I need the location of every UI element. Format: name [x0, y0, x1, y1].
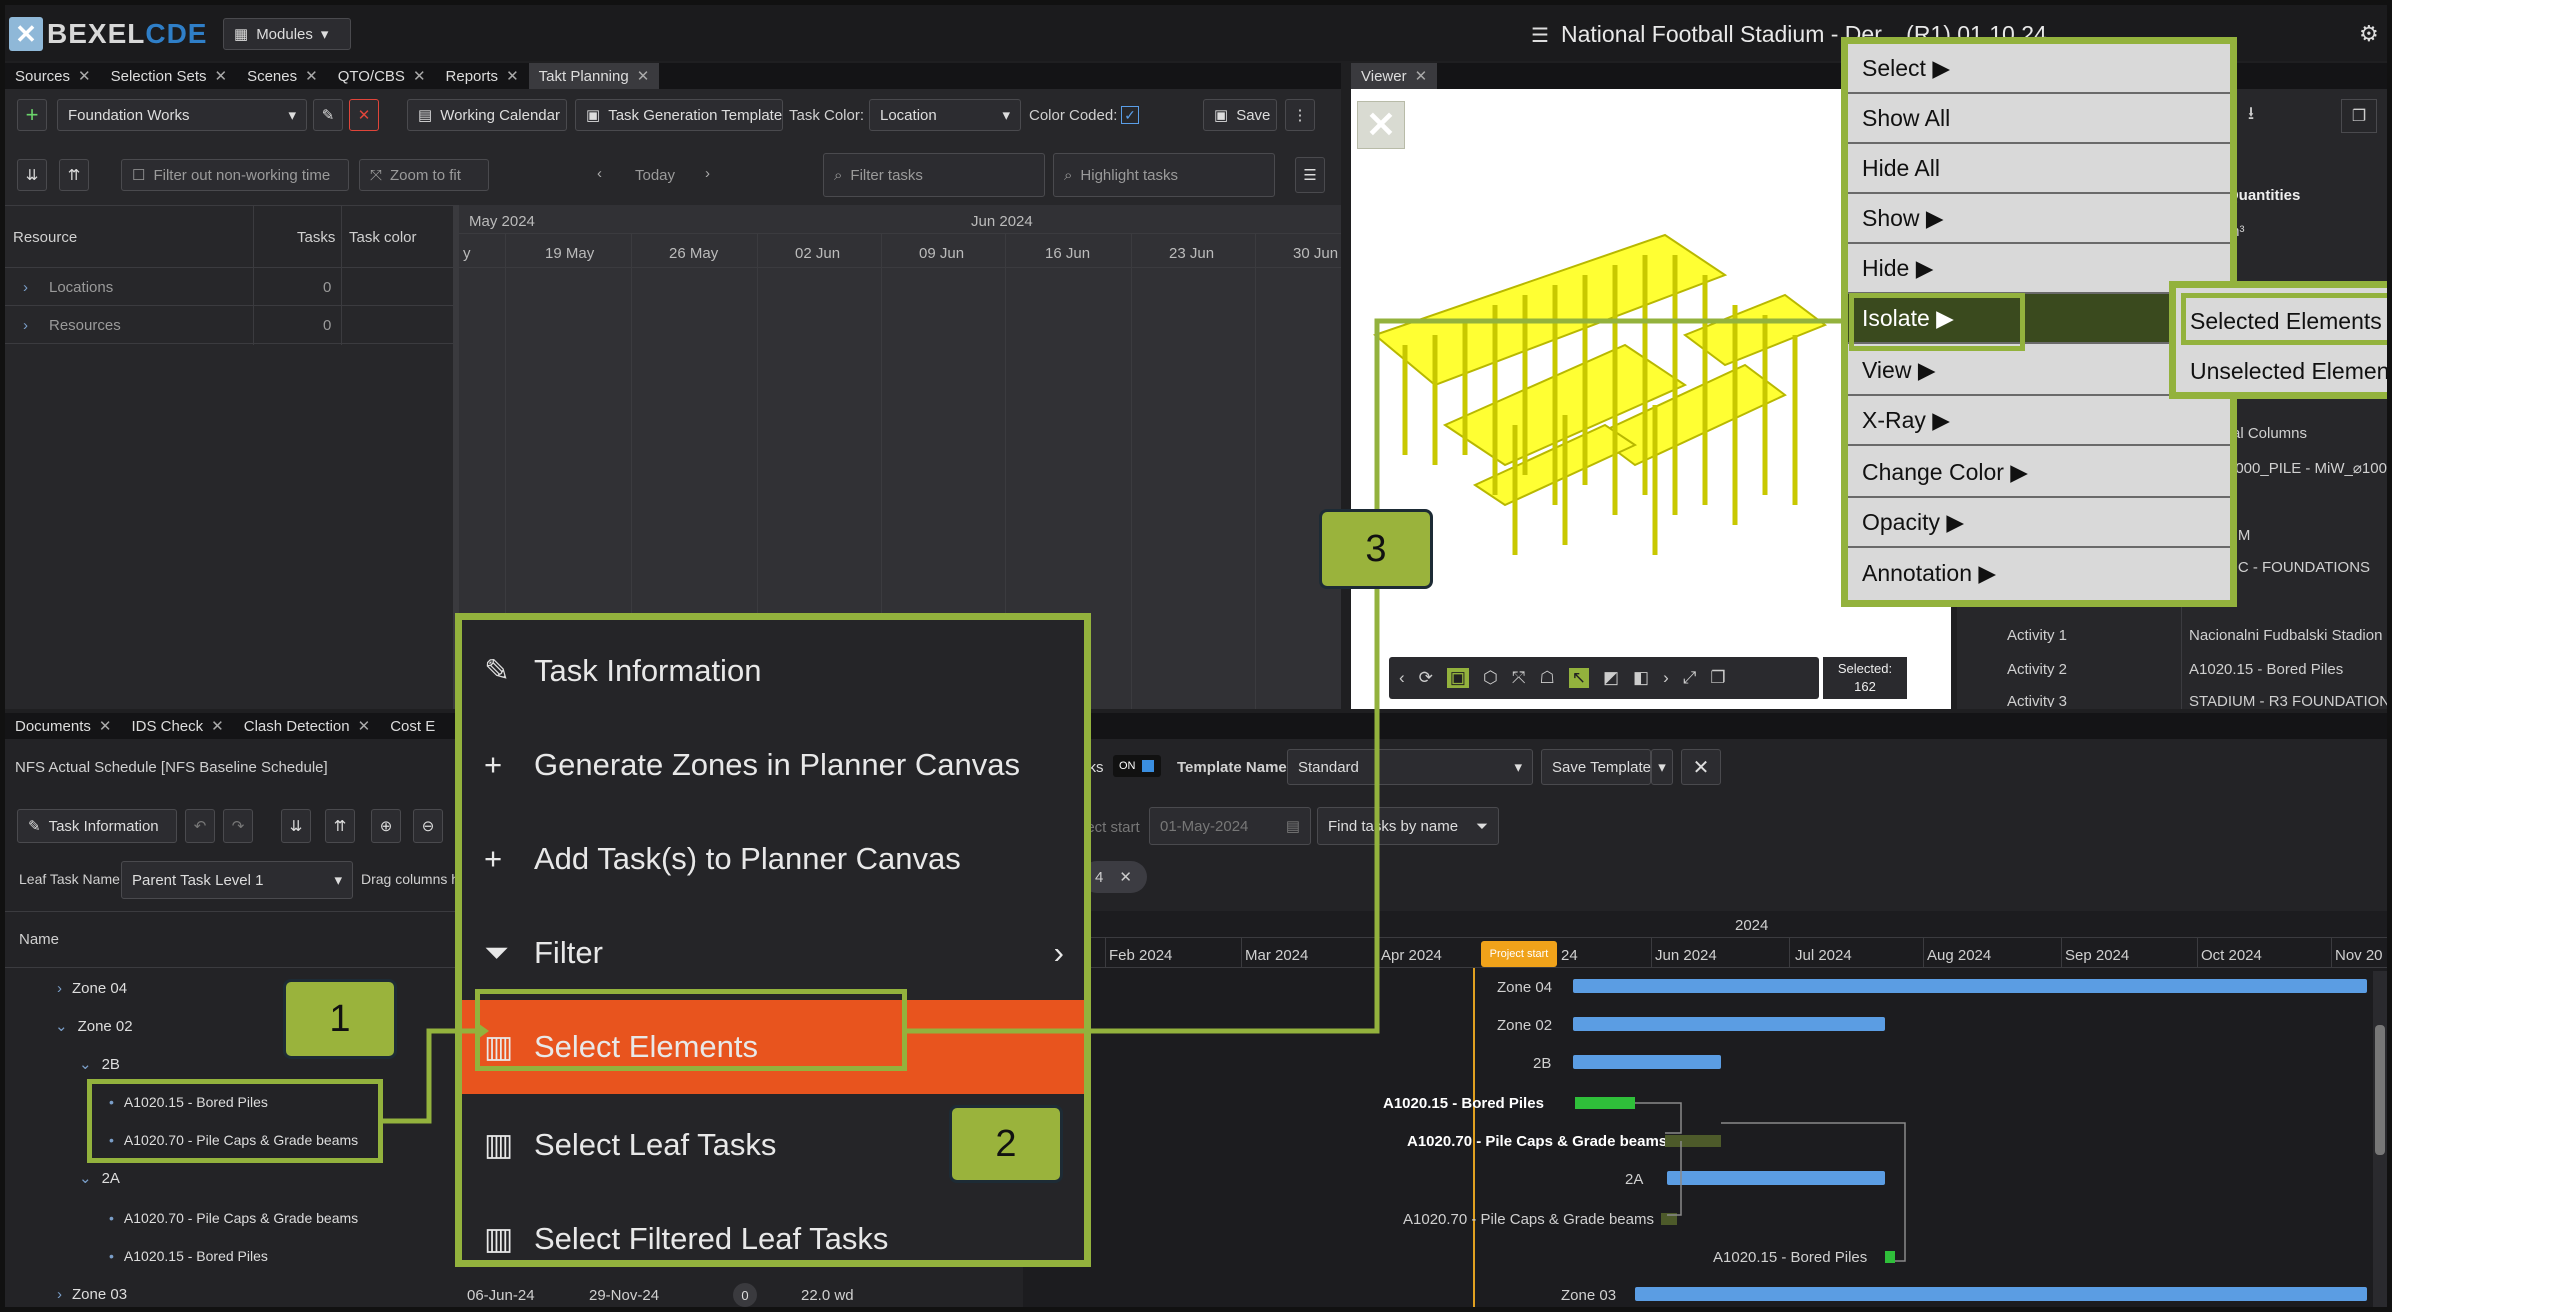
vmenu-show-all[interactable]: Show All — [1848, 94, 2230, 144]
step-badge-3: 3 — [1319, 509, 1433, 589]
vmenu-change-color[interactable]: Change Color ▶ — [1848, 448, 2230, 498]
vmenu-opacity[interactable]: Opacity ▶ — [1848, 498, 2230, 548]
app-window: ✕ BEXELCDE ▦ Modules ▾ ☰ National Football… — [0, 0, 2392, 1312]
vmenu-xray[interactable]: X-Ray ▶ — [1848, 396, 2230, 446]
highlight-selected-elements — [2181, 293, 2387, 345]
vmenu-show[interactable]: Show ▶ — [1848, 194, 2230, 244]
vmenu-hide-all[interactable]: Hide All — [1848, 144, 2230, 194]
highlight-isolate — [1849, 293, 2025, 351]
vmenu-annotation[interactable]: Annotation ▶ — [1848, 548, 2230, 598]
vmenu-select[interactable]: Select ▶ — [1848, 44, 2230, 94]
submenu-unselected-elements[interactable]: Unselected Elements — [2176, 346, 2387, 396]
